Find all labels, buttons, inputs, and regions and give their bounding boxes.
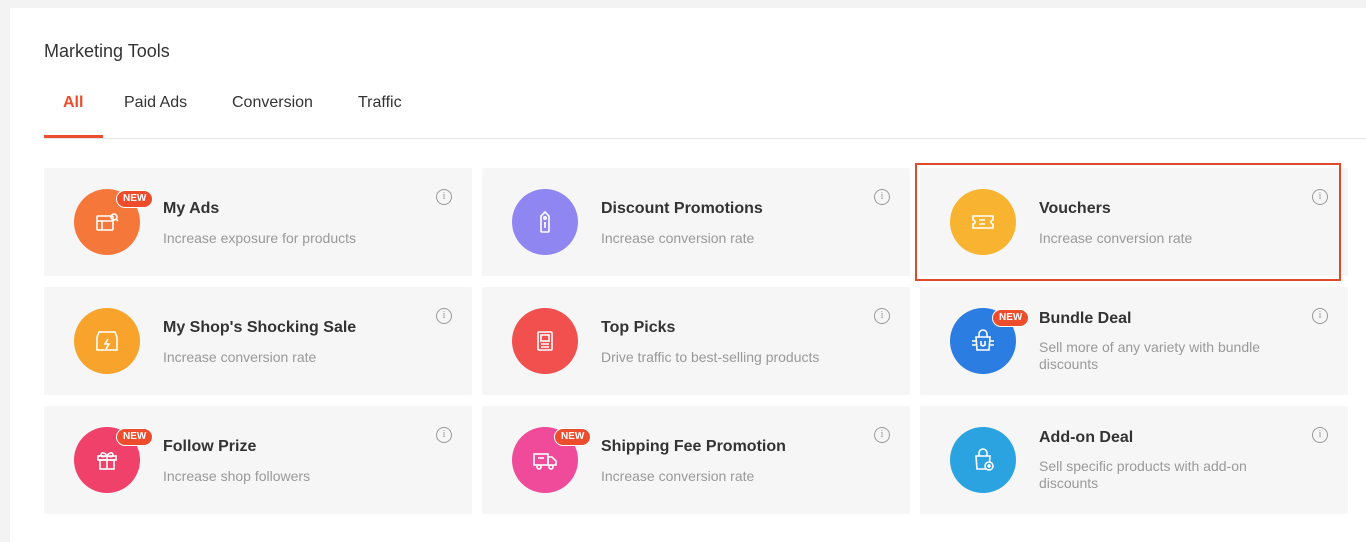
price-tag-icon bbox=[512, 189, 578, 255]
tool-description: Sell more of any variety with bundle dis… bbox=[1039, 339, 1260, 372]
tab-conversion[interactable]: Conversion bbox=[232, 94, 313, 137]
flash-sale-store-icon bbox=[74, 308, 140, 374]
tool-description: Drive traffic to best-selling products bbox=[601, 349, 820, 365]
info-icon[interactable]: i bbox=[436, 427, 452, 443]
tab-paid-ads[interactable]: Paid Ads bbox=[124, 94, 187, 137]
new-badge: NEW bbox=[992, 309, 1030, 327]
info-icon[interactable]: i bbox=[1312, 189, 1328, 205]
tool-name: Follow Prize bbox=[163, 438, 257, 455]
tool-card-follow-prize[interactable]: NEW Follow Prize Increase shop followers… bbox=[44, 406, 472, 514]
tab-bar: All Paid Ads Conversion Traffic bbox=[44, 88, 1366, 139]
tool-description: Increase conversion rate bbox=[163, 349, 317, 365]
tool-card-add-on-deal[interactable]: Add-on Deal Sell specific products with … bbox=[920, 406, 1348, 514]
tool-description: Sell specific products with add-on disco… bbox=[1039, 458, 1247, 491]
tool-card-bundle-deal[interactable]: NEW Bundle Deal Sell more of any variety… bbox=[920, 287, 1348, 395]
tab-all[interactable]: All bbox=[63, 94, 83, 137]
info-icon[interactable]: i bbox=[874, 308, 890, 324]
tool-name: Shipping Fee Promotion bbox=[601, 438, 786, 455]
info-icon[interactable]: i bbox=[436, 308, 452, 324]
active-tab-indicator bbox=[44, 135, 103, 138]
tool-description: Increase conversion rate bbox=[601, 230, 755, 246]
voucher-ticket-icon bbox=[950, 189, 1016, 255]
add-on-bag-icon bbox=[950, 427, 1016, 493]
info-icon[interactable]: i bbox=[874, 427, 890, 443]
tool-card-shocking-sale[interactable]: My Shop's Shocking Sale Increase convers… bbox=[44, 287, 472, 395]
tool-name: Bundle Deal bbox=[1039, 310, 1132, 327]
info-icon[interactable]: i bbox=[1312, 427, 1328, 443]
new-badge: NEW bbox=[116, 428, 154, 446]
tool-name: My Ads bbox=[163, 200, 220, 217]
tool-name: Top Picks bbox=[601, 319, 676, 336]
tool-description: Increase conversion rate bbox=[1039, 230, 1193, 246]
tool-card-top-picks[interactable]: Top Picks Drive traffic to best-selling … bbox=[482, 287, 910, 395]
tool-description: Increase exposure for products bbox=[163, 230, 356, 246]
info-icon[interactable]: i bbox=[436, 189, 452, 205]
page-title: Marketing Tools bbox=[44, 41, 170, 61]
new-badge: NEW bbox=[554, 428, 592, 446]
info-icon[interactable]: i bbox=[1312, 308, 1328, 324]
tool-card-vouchers[interactable]: Vouchers Increase conversion rate i bbox=[920, 168, 1348, 276]
tool-card-my-ads[interactable]: NEW My Ads Increase exposure for product… bbox=[44, 168, 472, 276]
tool-card-shipping-fee-promotion[interactable]: NEW Shipping Fee Promotion Increase conv… bbox=[482, 406, 910, 514]
new-badge: NEW bbox=[116, 190, 154, 208]
info-icon[interactable]: i bbox=[874, 189, 890, 205]
tool-card-discount-promotions[interactable]: Discount Promotions Increase conversion … bbox=[482, 168, 910, 276]
tool-name: Vouchers bbox=[1039, 200, 1111, 217]
tool-name: My Shop's Shocking Sale bbox=[163, 319, 357, 336]
tab-traffic[interactable]: Traffic bbox=[358, 94, 402, 137]
tool-name: Discount Promotions bbox=[601, 200, 763, 217]
tool-description: Increase shop followers bbox=[163, 468, 311, 484]
tool-name: Add-on Deal bbox=[1039, 429, 1134, 446]
tool-description: Increase conversion rate bbox=[601, 468, 755, 484]
top-picks-board-icon bbox=[512, 308, 578, 374]
